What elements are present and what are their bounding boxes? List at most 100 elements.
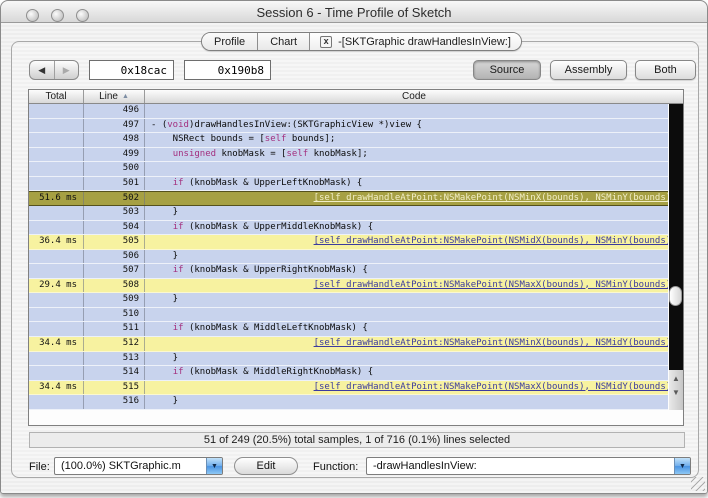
code-cell [145,104,669,118]
file-dropdown[interactable]: (100.0%) SKTGraphic.m ▼ [54,457,223,475]
scrollbar-thumb[interactable] [669,286,682,306]
table-row[interactable]: 503 } [29,206,669,221]
code-cell: if (knobMask & MiddleLeftKnobMask) { [145,322,669,336]
line-number-cell: 512 [84,337,145,351]
table-row[interactable]: 509 } [29,293,669,308]
total-time-cell [29,322,84,336]
table-row[interactable]: 51.6 ms502 [self drawHandleAtPoint:NSMak… [29,191,669,206]
line-number-cell: 498 [84,133,145,147]
code-cell: [self drawHandleAtPoint:NSMakePoint(NSMi… [145,337,669,351]
code-cell: unsigned knobMask = [self knobMask]; [145,148,669,162]
table-row[interactable]: 504 if (knobMask & UpperMiddleKnobMask) … [29,221,669,236]
code-cell: if (knobMask & UpperMiddleKnobMask) { [145,221,669,235]
total-time-cell [29,264,84,278]
code-cell: if (knobMask & MiddleRightKnobMask) { [145,366,669,380]
file-dropdown-arrow-icon[interactable]: ▼ [206,458,222,474]
code-cell: [self drawHandleAtPoint:NSMakePoint(NSMa… [145,279,669,293]
title-bar[interactable]: Session 6 - Time Profile of Sketch [1,1,707,23]
code-cell: if (knobMask & UpperRightKnobMask) { [145,264,669,278]
assembly-button[interactable]: Assembly [550,60,627,80]
total-time-cell [29,148,84,162]
code-cell: } [145,206,669,220]
tab-close-icon[interactable]: x [320,36,332,48]
column-header-code[interactable]: Code [145,90,683,103]
table-row[interactable]: 500 [29,162,669,177]
table-row[interactable]: 510 [29,308,669,323]
line-number-cell: 500 [84,162,145,176]
table-row[interactable]: 34.4 ms515 [self drawHandleAtPoint:NSMak… [29,381,669,396]
total-time-cell [29,395,84,409]
total-time-cell [29,308,84,322]
table-row[interactable]: 499 unsigned knobMask = [self knobMask]; [29,148,669,163]
forward-arrow-icon[interactable]: ▶ [55,61,79,79]
table-row[interactable]: 497- (void)drawHandlesInView:(SKTGraphic… [29,119,669,134]
window-title: Session 6 - Time Profile of Sketch [1,5,707,20]
table-row[interactable]: 496 [29,104,669,119]
code-cell: } [145,293,669,307]
file-dropdown-value: (100.0%) SKTGraphic.m [55,458,206,474]
table-row[interactable]: 516 } [29,395,669,410]
status-text: 51 of 249 (20.5%) total samples, 1 of 71… [204,434,510,446]
vertical-scrollbar: ▲ ▼ [668,104,683,410]
scroll-up-icon[interactable]: ▲ [672,375,680,383]
tab-drawhandlesinview[interactable]: x -[SKTGraphic drawHandlesInView:] [310,33,521,50]
sort-ascending-icon: ▲ [122,93,129,100]
code-cell: if (knobMask & UpperLeftKnobMask) { [145,177,669,191]
line-number-cell: 516 [84,395,145,409]
table-row[interactable]: 34.4 ms512 [self drawHandleAtPoint:NSMak… [29,337,669,352]
both-button[interactable]: Both [635,60,696,80]
line-number-cell: 515 [84,381,145,395]
scrollbar-arrows: ▲ ▼ [669,370,683,410]
scroll-down-icon[interactable]: ▼ [672,389,680,397]
total-time-cell: 29.4 ms [29,279,84,293]
table-row[interactable]: 511 if (knobMask & MiddleLeftKnobMask) { [29,322,669,337]
line-number-cell: 509 [84,293,145,307]
view-tab-bar: Profile Chart x -[SKTGraphic drawHandles… [201,32,522,51]
total-time-cell: 51.6 ms [29,192,84,205]
edit-button[interactable]: Edit [234,457,298,475]
code-cell: NSRect bounds = [self bounds]; [145,133,669,147]
column-header-total[interactable]: Total [29,90,84,103]
total-time-cell: 34.4 ms [29,337,84,351]
table-row[interactable]: 36.4 ms505 [self drawHandleAtPoint:NSMak… [29,235,669,250]
table-row[interactable]: 513 } [29,352,669,367]
line-number-cell: 514 [84,366,145,380]
line-number-cell: 511 [84,322,145,336]
table-row[interactable]: 506 } [29,250,669,265]
function-dropdown-arrow-icon[interactable]: ▼ [674,458,690,474]
line-number-cell: 513 [84,352,145,366]
code-cell: } [145,352,669,366]
total-time-cell: 36.4 ms [29,235,84,249]
source-button[interactable]: Source [473,60,541,80]
code-cell: [self drawHandleAtPoint:NSMakePoint(NSMa… [145,381,669,395]
function-dropdown[interactable]: -drawHandlesInView: ▼ [366,457,691,475]
column-header-line[interactable]: Line ▲ [84,90,145,103]
table-header: Total Line ▲ Code [29,90,683,104]
code-cell: - (void)drawHandlesInView:(SKTGraphicVie… [145,119,669,133]
tab-chart[interactable]: Chart [258,33,310,50]
address-field-start[interactable] [89,60,174,80]
history-nav-buttons: ◀ ▶ [29,60,79,80]
line-number-cell: 507 [84,264,145,278]
column-header-line-label: Line [99,91,118,102]
scrollbar-track[interactable] [669,104,683,370]
table-row[interactable]: 501 if (knobMask & UpperLeftKnobMask) { [29,177,669,192]
address-field-end[interactable] [184,60,271,80]
code-cell [145,162,669,176]
code-cell: [self drawHandleAtPoint:NSMakePoint(NSMi… [145,192,669,205]
session-window: Session 6 - Time Profile of Sketch Profi… [0,0,708,494]
table-row[interactable]: 498 NSRect bounds = [self bounds]; [29,133,669,148]
total-time-cell [29,352,84,366]
total-time-cell [29,221,84,235]
tab-profile[interactable]: Profile [202,33,258,50]
total-time-cell: 34.4 ms [29,381,84,395]
line-number-cell: 496 [84,104,145,118]
table-row[interactable]: 507 if (knobMask & UpperRightKnobMask) { [29,264,669,279]
table-row[interactable]: 29.4 ms508 [self drawHandleAtPoint:NSMak… [29,279,669,294]
back-arrow-icon[interactable]: ◀ [30,61,55,79]
table-row[interactable]: 514 if (knobMask & MiddleRightKnobMask) … [29,366,669,381]
function-dropdown-value: -drawHandlesInView: [367,458,674,474]
file-label: File: [29,461,50,473]
total-time-cell [29,366,84,380]
resize-grip[interactable] [691,477,705,491]
